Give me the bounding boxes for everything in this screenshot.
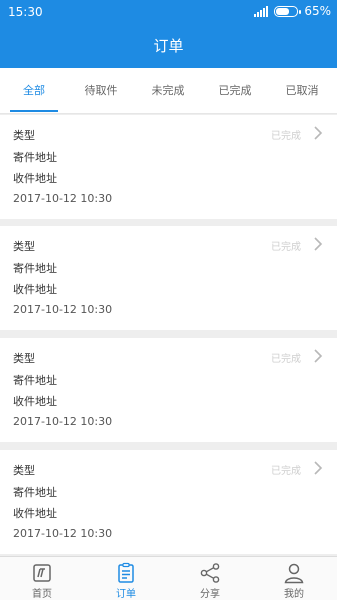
share-icon [200, 563, 220, 583]
order-type: 类型 [13, 352, 35, 365]
order-card[interactable]: 类型 寄件地址 收件地址 2017-10-12 10:30 已完成 [0, 450, 337, 554]
order-icon [118, 562, 134, 583]
tab-incomplete[interactable]: 未完成 [138, 68, 198, 114]
order-receiver-address: 收件地址 [13, 283, 57, 296]
tab-label: 待取件 [84, 84, 118, 97]
order-type: 类型 [13, 464, 35, 477]
order-tabs: 全部 待取件 未完成 已完成 已取消 [0, 68, 337, 114]
chevron-right-icon [314, 461, 323, 475]
battery-icon [274, 5, 302, 17]
chevron-right-icon [314, 349, 323, 363]
profile-icon [284, 563, 304, 584]
order-datetime: 2017-10-12 10:30 [13, 415, 113, 428]
order-sender-address: 寄件地址 [13, 486, 57, 499]
tab-cancelled[interactable]: 已取消 [272, 68, 332, 114]
order-card[interactable]: 类型 寄件地址 收件地址 2017-10-12 10:30 已完成 [0, 226, 337, 330]
order-receiver-address: 收件地址 [13, 395, 57, 408]
nav-label: 首页 [32, 589, 52, 600]
order-type: 类型 [13, 240, 35, 253]
nav-label: 我的 [284, 589, 304, 600]
status-bar: 15:30 65% [0, 0, 337, 24]
tab-label: 已取消 [285, 84, 319, 97]
order-sender-address: 寄件地址 [13, 151, 57, 164]
tab-label: 已完成 [218, 84, 252, 97]
order-card[interactable]: 类型 寄件地址 收件地址 2017-10-12 10:30 已完成 [0, 338, 337, 442]
battery-percent: 65% [304, 4, 331, 18]
nav-label: 分享 [200, 589, 220, 600]
nav-profile[interactable]: 我的 [252, 557, 336, 600]
order-sender-address: 寄件地址 [13, 374, 57, 387]
order-datetime: 2017-10-12 10:30 [13, 192, 113, 205]
order-datetime: 2017-10-12 10:30 [13, 303, 113, 316]
order-receiver-address: 收件地址 [13, 507, 57, 520]
tab-label: 全部 [23, 84, 45, 97]
order-card[interactable]: 类型 寄件地址 收件地址 2017-10-12 10:30 已完成 [0, 115, 337, 219]
order-datetime: 2017-10-12 10:30 [13, 527, 113, 540]
tab-completed[interactable]: 已完成 [205, 68, 265, 114]
bottom-nav: 首页 订单 分享 我的 [0, 556, 337, 600]
order-type: 类型 [13, 129, 35, 142]
order-sender-address: 寄件地址 [13, 262, 57, 275]
status-right: 65% [254, 4, 331, 18]
order-status: 已完成 [271, 131, 301, 142]
battery-fill [276, 7, 290, 15]
home-icon [33, 564, 51, 582]
tab-label: 未完成 [151, 84, 185, 97]
order-status: 已完成 [271, 242, 301, 253]
order-receiver-address: 收件地址 [13, 172, 57, 185]
status-time: 15:30 [8, 5, 43, 19]
nav-home[interactable]: 首页 [0, 557, 84, 600]
order-status: 已完成 [271, 354, 301, 365]
signal-icon [254, 5, 269, 17]
tab-indicator [10, 110, 58, 112]
tab-all[interactable]: 全部 [4, 68, 64, 114]
nav-orders[interactable]: 订单 [84, 557, 168, 600]
chevron-right-icon [314, 237, 323, 251]
nav-share[interactable]: 分享 [168, 557, 252, 600]
tab-pending-pickup[interactable]: 待取件 [71, 68, 131, 114]
page-title: 订单 [0, 24, 337, 68]
chevron-right-icon [314, 126, 323, 140]
order-status: 已完成 [271, 466, 301, 477]
nav-label: 订单 [116, 589, 136, 600]
